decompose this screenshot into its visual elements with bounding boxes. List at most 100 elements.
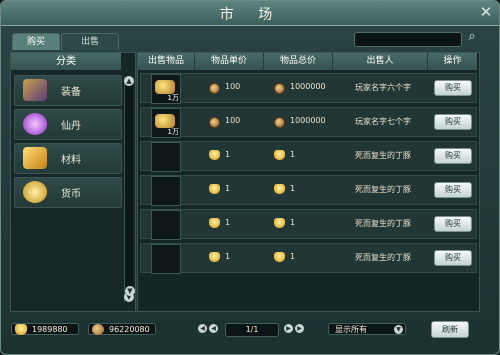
currency-icon	[23, 181, 47, 203]
close-icon[interactable]: ✕	[477, 3, 495, 21]
buy-button[interactable]: 购买	[434, 148, 472, 164]
column-action: 操作	[443, 56, 462, 66]
seller-name: 死而复生的丁豚	[355, 219, 411, 228]
item-slot[interactable]	[151, 176, 181, 206]
gold-ingot-icon	[209, 184, 220, 194]
category-label: 材料	[61, 155, 81, 166]
unit-price: 100	[225, 82, 241, 91]
window-title: 市 场	[219, 7, 283, 23]
unit-price: 1	[225, 184, 231, 193]
category-panel: 分类 装备 仙丹 材料 货币 ▲ ▼	[10, 52, 136, 312]
item-slot[interactable]	[151, 244, 181, 274]
item-quantity: 1万	[167, 94, 179, 102]
table-row: 1 1 死而复生的丁豚 购买	[140, 141, 477, 172]
search-input[interactable]	[354, 32, 462, 47]
seller-name: 死而复生的丁豚	[355, 253, 411, 262]
category-label: 货币	[61, 189, 81, 200]
refresh-button[interactable]: 刷新	[431, 321, 469, 338]
seller-name: 玩家名字六个字	[355, 83, 411, 92]
copper-coin-icon	[274, 83, 285, 94]
listing-panel: 出售物品 物品单价 物品总价 出售人 操作 1万 100 1000000 玩家名字六个…	[125, 52, 480, 312]
first-page-icon[interactable]: ◀	[198, 324, 207, 333]
table-row: 1 1 死而复生的丁豚 购买	[140, 209, 477, 240]
page-indicator: 1/1	[225, 323, 279, 337]
title-bar: 市 场 ✕	[1, 1, 499, 26]
gold-ingot-icon	[274, 150, 285, 160]
category-label: 仙丹	[61, 121, 81, 132]
total-price: 1	[290, 184, 296, 193]
column-item: 出售物品	[138, 53, 195, 70]
search-icon[interactable]: ⌕	[464, 29, 480, 45]
gold-bag-icon	[155, 80, 175, 94]
scroll-up-icon[interactable]: ▲	[124, 76, 134, 86]
copper-balance: 96220080	[88, 323, 156, 335]
copper-balance-value: 96220080	[109, 325, 150, 334]
filter-select[interactable]: 显示所有 ▼	[328, 323, 406, 335]
material-icon	[23, 147, 47, 169]
total-price: 1	[290, 150, 296, 159]
next-page-icon[interactable]: ▶	[284, 324, 293, 333]
unit-price: 100	[225, 116, 241, 125]
gold-ingot-icon	[274, 184, 285, 194]
prev-page-icon[interactable]: ◀	[209, 324, 218, 333]
copper-coin-icon	[209, 83, 220, 94]
total-price: 1	[290, 252, 296, 261]
equipment-icon	[23, 79, 47, 101]
last-page-icon[interactable]: ▶	[295, 324, 304, 333]
unit-price: 1	[225, 218, 231, 227]
column-unit-price: 物品单价	[195, 53, 264, 70]
tab-sell[interactable]: 出售	[61, 33, 119, 50]
buy-button[interactable]: 购买	[434, 114, 472, 130]
gold-balance: 1989880	[11, 323, 79, 335]
footer-bar: 1989880 96220080 ◀ ◀ 1/1 ▶ ▶ 显示所有 ▼ 刷新	[1, 316, 499, 354]
column-seller: 出售人	[333, 53, 428, 70]
gold-ingot-icon	[274, 218, 285, 228]
item-slot[interactable]: 1万	[151, 108, 181, 138]
column-total-price: 物品总价	[264, 53, 333, 70]
gold-balance-value: 1989880	[32, 325, 68, 334]
category-scrollbar[interactable]: ▲ ▼	[124, 76, 134, 302]
gold-ingot-icon	[274, 252, 285, 262]
gold-ingot-icon	[209, 218, 220, 228]
total-price: 1000000	[290, 82, 326, 91]
filter-value: 显示所有	[335, 325, 367, 334]
category-item-equipment[interactable]: 装备	[14, 75, 122, 106]
table-row: 1 1 死而复生的丁豚 购买	[140, 175, 477, 206]
item-slot[interactable]	[151, 210, 181, 240]
gold-ingot-icon	[209, 150, 220, 160]
unit-price: 1	[225, 150, 231, 159]
buy-button[interactable]: 购买	[434, 182, 472, 198]
seller-name: 死而复生的丁豚	[355, 185, 411, 194]
buy-button[interactable]: 购买	[434, 216, 472, 232]
category-item-material[interactable]: 材料	[14, 143, 122, 174]
copper-coin-icon	[209, 117, 220, 128]
gold-ingot-icon	[15, 324, 27, 335]
buy-button[interactable]: 购买	[434, 250, 472, 266]
market-window: 市 场 ✕ 购买 出售 ⌕ 分类 装备 仙丹 材料 货币 ▲ ▼ 出售物品 物品…	[0, 0, 500, 355]
buy-button[interactable]: 购买	[434, 80, 472, 96]
table-row: 1万 100 1000000 玩家名字六个字 购买	[140, 73, 477, 104]
category-header: 分类	[11, 53, 121, 70]
total-price: 1000000	[290, 116, 326, 125]
tab-buy[interactable]: 购买	[12, 33, 60, 50]
unit-price: 1	[225, 252, 231, 261]
table-header: 出售物品 物品单价 物品总价 出售人 操作	[138, 53, 477, 70]
scroll-down-icon[interactable]: ▼	[125, 286, 135, 296]
category-label: 装备	[61, 87, 81, 98]
table-row: 1 1 死而复生的丁豚 购买	[140, 243, 477, 274]
item-slot[interactable]: 1万	[151, 74, 181, 104]
total-price: 1	[290, 218, 296, 227]
gold-ingot-icon	[209, 252, 220, 262]
elixir-icon	[23, 113, 47, 135]
item-slot[interactable]	[151, 142, 181, 172]
copper-coin-icon	[92, 324, 104, 335]
table-row: 1万 100 1000000 玩家名字七个字 购买	[140, 107, 477, 138]
seller-name: 死而复生的丁豚	[355, 151, 411, 160]
category-item-currency[interactable]: 货币	[14, 177, 122, 208]
seller-name: 玩家名字七个字	[355, 117, 411, 126]
chevron-down-icon[interactable]: ▼	[394, 325, 403, 334]
gold-bag-icon	[155, 114, 175, 128]
item-quantity: 1万	[167, 128, 179, 136]
copper-coin-icon	[274, 117, 285, 128]
category-item-elixir[interactable]: 仙丹	[14, 109, 122, 140]
